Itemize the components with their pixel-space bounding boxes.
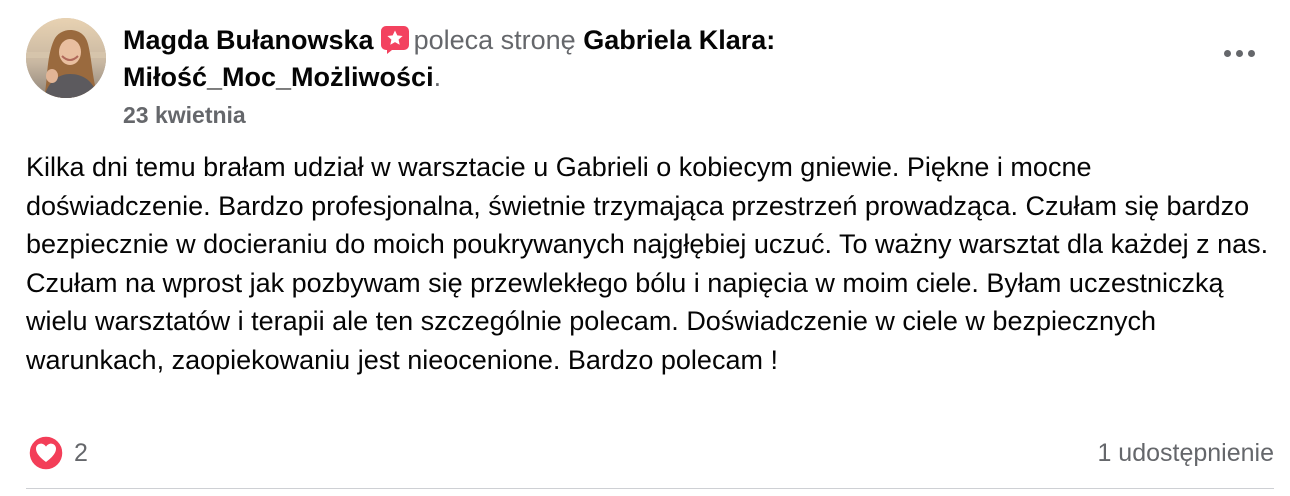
page-name-line1[interactable]: Gabriela Klara: <box>583 25 775 55</box>
author-name[interactable]: Magda Bułanowska <box>123 25 374 55</box>
review-body-text: Kilka dni temu brałam udział w warsztaci… <box>26 152 1269 375</box>
heart-icon <box>28 435 64 471</box>
author-avatar[interactable] <box>26 18 106 98</box>
star-badge-icon <box>380 26 409 54</box>
avatar-photo <box>26 18 106 98</box>
more-options-icon-dot <box>1247 49 1255 57</box>
post-header: Magda Bułanowska poleca stronę Gabriela K… <box>123 22 1163 96</box>
share-count[interactable]: 1 udostępnienie <box>1097 436 1274 470</box>
reaction-count: 2 <box>74 438 88 467</box>
more-options-icon <box>1223 49 1231 57</box>
more-options-button[interactable] <box>1214 38 1264 68</box>
recommend-verb: poleca stronę <box>413 25 576 55</box>
review-post-card: Magda Bułanowska poleca stronę Gabriela K… <box>0 0 1290 496</box>
reactions-summary[interactable]: 2 <box>28 434 88 472</box>
post-date[interactable]: 23 kwietnia <box>123 100 246 130</box>
actions-divider <box>26 488 1274 489</box>
more-options-icon-dot <box>1235 49 1243 57</box>
page-name-line2[interactable]: Miłość_Moc_Możliwości <box>123 62 434 92</box>
header-period: . <box>433 62 442 92</box>
